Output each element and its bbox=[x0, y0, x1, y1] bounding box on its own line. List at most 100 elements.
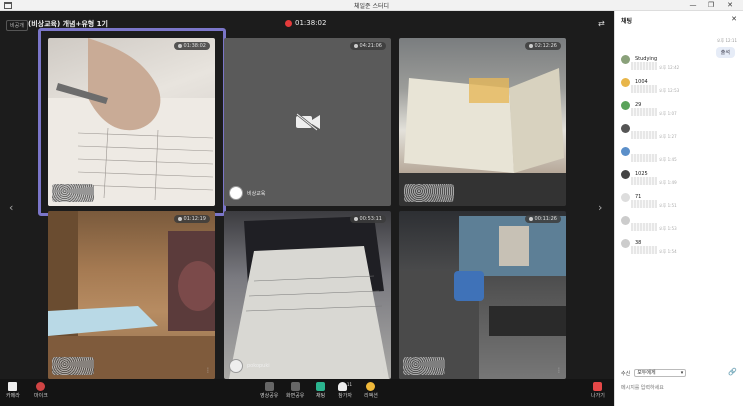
timer-icon bbox=[177, 217, 182, 221]
video-tile[interactable]: 02:12:26 bbox=[399, 38, 566, 206]
chevron-down-icon: ▾ bbox=[680, 370, 684, 376]
chat-button[interactable]: 채팅 bbox=[316, 382, 325, 399]
timer-icon bbox=[353, 217, 358, 221]
desk-image bbox=[48, 211, 215, 379]
maximize-button[interactable]: ❐ bbox=[704, 0, 718, 11]
blurred-name bbox=[631, 108, 657, 116]
camera-icon bbox=[8, 382, 18, 391]
more-options-icon[interactable]: ⋮ bbox=[381, 367, 387, 374]
avatar bbox=[621, 147, 630, 156]
leave-button[interactable]: 나가기 bbox=[591, 382, 605, 399]
avatar bbox=[621, 170, 630, 179]
more-options-icon[interactable]: ⋮ bbox=[556, 367, 562, 374]
message-time: 오후 12:53 bbox=[659, 88, 680, 93]
room-privacy-tag: 비공개 bbox=[6, 20, 28, 31]
study-timer-badge: 01:12:19 bbox=[173, 215, 210, 223]
message-time: 오후 1:07 bbox=[659, 111, 677, 116]
blurred-overlay bbox=[403, 357, 445, 375]
reaction-button[interactable]: 리액션 bbox=[364, 382, 378, 399]
mic-icon bbox=[36, 382, 46, 391]
message-time: 오후 1:53 bbox=[659, 226, 677, 231]
message-time: 오후 1:51 bbox=[659, 203, 677, 208]
camera-button[interactable]: 카메라 bbox=[6, 382, 20, 399]
meeting-toolbar: 카메라 마이크 영상공유 화면공유 채팅 11 참가자 리액션 나가기 bbox=[0, 379, 614, 406]
screen-share-icon bbox=[290, 382, 300, 391]
window-title: 체일준 스터디 bbox=[353, 3, 390, 10]
exit-icon bbox=[593, 382, 603, 391]
next-page-arrow-icon[interactable]: › bbox=[598, 201, 602, 214]
sender-name: 71 bbox=[635, 194, 642, 200]
more-options-icon[interactable]: ⋮ bbox=[205, 367, 211, 374]
receiver-dropdown[interactable]: 모두에게 ▾ bbox=[634, 369, 687, 377]
timer-icon bbox=[528, 217, 533, 221]
message-time: 오후 1:49 bbox=[659, 180, 677, 185]
participants-icon bbox=[338, 382, 347, 391]
blurred-name bbox=[631, 62, 657, 70]
my-message-bubble: 출석 bbox=[715, 47, 735, 58]
message-time: 오후 12:11 bbox=[716, 38, 737, 43]
study-timer-badge: 00:11:26 bbox=[524, 215, 561, 223]
participant-name-tag: 비상교육 bbox=[229, 186, 265, 200]
sender-name: 1025 bbox=[635, 171, 648, 177]
blurred-name bbox=[631, 154, 657, 162]
avatar bbox=[621, 193, 630, 202]
chat-input[interactable] bbox=[621, 383, 737, 393]
avatar bbox=[229, 186, 243, 200]
elapsed-time: 01:38:02 bbox=[295, 19, 327, 27]
blurred-name bbox=[631, 246, 657, 254]
blurred-name bbox=[631, 200, 657, 208]
video-tile[interactable]: 01:12:19 ⋮ bbox=[48, 211, 215, 379]
message-time: 오후 12:42 bbox=[659, 65, 680, 70]
recording-indicator: 01:38:02 bbox=[285, 19, 326, 27]
camera-off-icon bbox=[296, 113, 320, 131]
avatar bbox=[621, 124, 630, 133]
close-button[interactable]: ✕ bbox=[723, 0, 737, 11]
participant-name: pokopuki bbox=[247, 363, 270, 369]
timer-icon bbox=[353, 44, 358, 48]
close-icon[interactable]: ✕ bbox=[731, 15, 737, 23]
blurred-overlay bbox=[404, 184, 454, 202]
my-message-meta: 오후 12:11 bbox=[717, 38, 737, 44]
video-tile[interactable]: 00:11:26 ⋮ bbox=[399, 211, 566, 379]
video-stage: 비공개 (비상교육) 개념+유형 1기 01:38:02 ⇄ ‹ › 01:38… bbox=[0, 11, 614, 379]
smile-icon bbox=[366, 382, 376, 391]
sender-name: Studying bbox=[635, 56, 658, 62]
avatar bbox=[621, 55, 630, 64]
study-timer-badge: 02:12:26 bbox=[524, 42, 561, 50]
active-speaker-frame bbox=[38, 28, 226, 216]
blurred-name bbox=[631, 85, 657, 93]
video-share-icon bbox=[264, 382, 274, 391]
study-timer-badge: 04:21:06 bbox=[349, 42, 386, 50]
avatar bbox=[229, 359, 243, 373]
video-share-button[interactable]: 영상공유 bbox=[260, 382, 278, 399]
blurred-name bbox=[631, 223, 657, 231]
sender-name: 29 bbox=[635, 102, 642, 108]
participant-name-tag: pokopuki bbox=[229, 359, 270, 373]
blurred-overlay bbox=[52, 357, 94, 375]
attach-icon[interactable]: 🔗 bbox=[728, 368, 737, 376]
video-tile[interactable]: 00:53:11 pokopuki ⋮ bbox=[224, 211, 391, 379]
sender-name: 38 bbox=[635, 240, 642, 246]
avatar bbox=[621, 239, 630, 248]
open-book-image bbox=[399, 68, 566, 206]
chat-title: 채팅 bbox=[621, 18, 633, 25]
record-dot-icon bbox=[285, 19, 292, 27]
timer-icon bbox=[528, 44, 533, 48]
participants-button[interactable]: 11 참가자 bbox=[338, 382, 352, 399]
video-tile[interactable]: 04:21:06 비상교육 bbox=[224, 38, 391, 206]
receiver-selector: 수신 모두에게 ▾ bbox=[621, 369, 687, 377]
avatar bbox=[621, 78, 630, 87]
desk-monitor-image bbox=[399, 216, 566, 379]
tablet-image bbox=[229, 216, 389, 379]
prev-page-arrow-icon[interactable]: ‹ bbox=[9, 201, 13, 214]
chat-panel: 채팅 ✕ 오후 12:11 출석 Studying 오후 12:42 1004 오후 … bbox=[614, 11, 743, 406]
screen-share-button[interactable]: 화면공유 bbox=[286, 382, 304, 399]
message-time: 오후 1:45 bbox=[659, 157, 677, 162]
blurred-name bbox=[631, 131, 657, 139]
minimize-button[interactable]: — bbox=[686, 0, 700, 11]
avatar bbox=[621, 101, 630, 110]
participants-count: 11 bbox=[347, 382, 353, 387]
swap-layout-icon[interactable]: ⇄ bbox=[598, 19, 605, 28]
avatar bbox=[621, 216, 630, 225]
mic-button[interactable]: 마이크 bbox=[34, 382, 48, 399]
